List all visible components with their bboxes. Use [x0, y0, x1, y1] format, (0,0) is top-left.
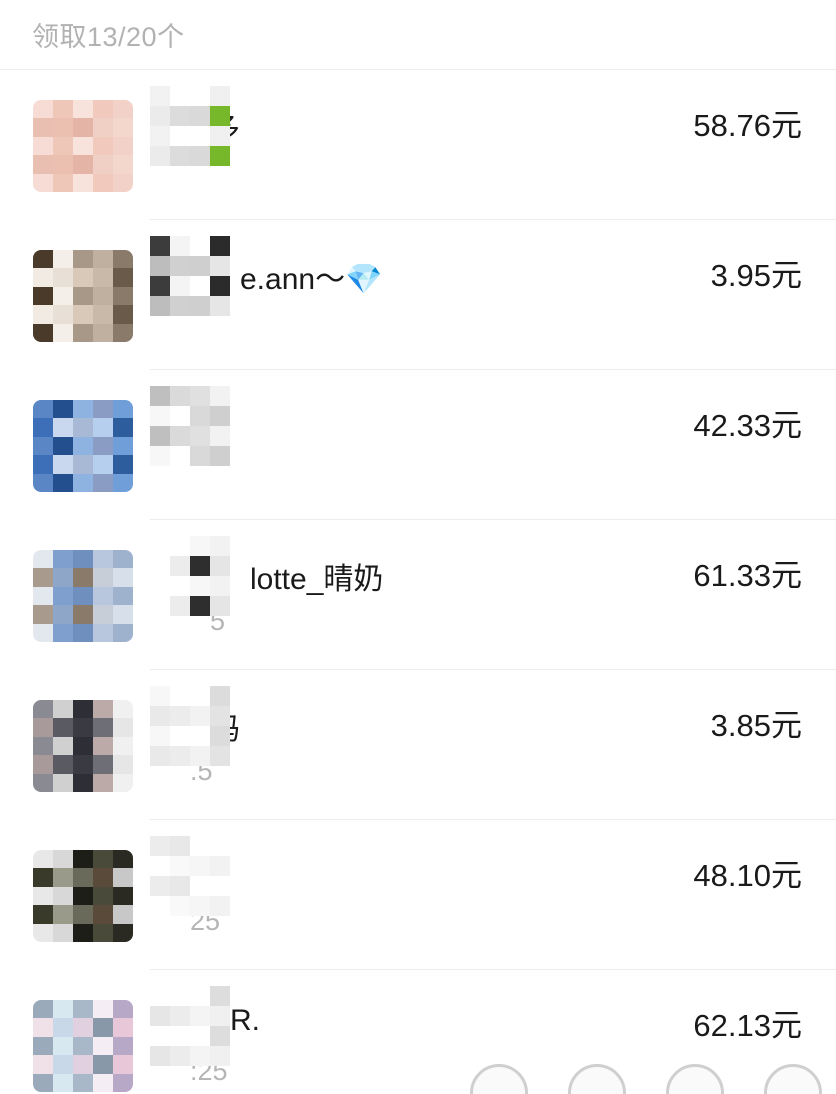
nickname-blur-mask — [150, 86, 230, 166]
avatar[interactable] — [33, 100, 133, 192]
claim-amount: 61.33元 — [693, 558, 802, 593]
avatar[interactable] — [33, 550, 133, 642]
action-circle-icon[interactable] — [666, 1064, 724, 1094]
recipient-list: 多58.76元 e.ann～💎 3.95元淋42.33元lotte_晴奶561.33… — [0, 70, 836, 1094]
list-item[interactable]: 妈.53.85元 — [0, 670, 836, 820]
nickname-blur-mask — [150, 836, 230, 916]
list-item[interactable]: lotte_晴奶 5 61.33元 — [0, 520, 836, 670]
claim-amount: 58.76元 — [693, 108, 802, 143]
recipient-nickname: e.ann～💎 — [240, 263, 383, 296]
avatar[interactable] — [33, 250, 133, 342]
avatar[interactable] — [33, 400, 133, 492]
claim-amount: 42.33元 — [693, 408, 802, 443]
recipient-nickname: lotte_晴奶 — [250, 563, 384, 596]
nickname-blur-mask — [150, 236, 230, 316]
claim-amount: 3.85元 — [710, 708, 802, 743]
nickname-blur-mask — [150, 536, 230, 616]
list-item[interactable]: e.ann～💎 3.95元 — [0, 220, 836, 370]
list-item[interactable]: 多58.76元 — [0, 70, 836, 220]
avatar[interactable] — [33, 700, 133, 792]
nickname-blur-mask — [150, 986, 230, 1066]
nickname-blur-mask — [150, 686, 230, 766]
avatar[interactable] — [33, 1000, 133, 1092]
action-circle-icon[interactable] — [568, 1064, 626, 1094]
avatar[interactable] — [33, 850, 133, 942]
claim-amount: 48.10元 — [693, 858, 802, 893]
list-item[interactable]: 淋42.33元 — [0, 370, 836, 520]
action-circle-icon[interactable] — [764, 1064, 822, 1094]
claim-amount: 62.13元 — [693, 1008, 802, 1043]
bottom-action-bar — [470, 1064, 822, 1094]
list-item[interactable]: D2548.10元 — [0, 820, 836, 970]
claim-count-text: 领取13/20个 — [32, 22, 185, 52]
red-packet-record-page: 领取13/20个 多58.76元e.ann～💎3.95元淋42.33元lotte… — [0, 0, 836, 1094]
nickname-blur-mask — [150, 386, 230, 466]
claim-summary-header: 领取13/20个 — [0, 0, 836, 70]
claim-amount: 3.95元 — [710, 258, 802, 293]
action-circle-icon[interactable] — [470, 1064, 528, 1094]
